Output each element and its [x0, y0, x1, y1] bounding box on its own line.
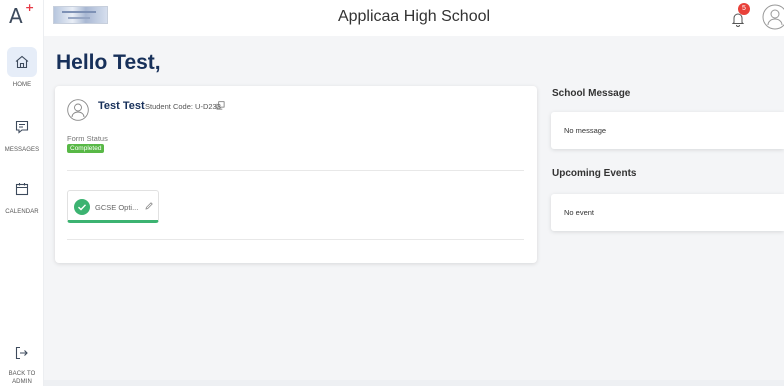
upcoming-events-text: No event	[564, 208, 595, 217]
check-icon	[78, 204, 87, 211]
sidebar-item-label: HOME	[12, 82, 32, 88]
applicaa-logo[interactable]: A +	[9, 1, 37, 30]
sidebar-item-messages[interactable]: MESSAGES	[0, 112, 44, 154]
form-status-label: Form Status	[67, 134, 108, 143]
home-icon	[15, 55, 29, 69]
sidebar: A + HOME MESSAGES CALENDAR BACK TO ADMIN	[0, 0, 44, 386]
divider	[67, 239, 524, 240]
sidebar-item-calendar[interactable]: CALENDAR	[0, 174, 44, 216]
pencil-icon[interactable]	[144, 201, 154, 211]
school-message-title: School Message	[552, 88, 631, 99]
student-card: Test Test Student Code: U-D233 Form Stat…	[55, 86, 537, 263]
notification-badge: 5	[738, 3, 750, 15]
upcoming-events-title: Upcoming Events	[552, 168, 637, 179]
back-label-line2: ADMIN	[12, 379, 32, 385]
form-card-gcse-options[interactable]: GCSE Opti...	[67, 190, 159, 223]
school-title: Applicaa High School	[337, 8, 491, 25]
school-message-card: No message	[551, 112, 784, 149]
student-name: Test Test	[98, 100, 145, 112]
user-avatar-icon[interactable]	[762, 4, 784, 30]
bottom-strip	[44, 380, 784, 386]
back-to-admin-button[interactable]: BACK TO ADMIN	[0, 338, 44, 386]
sidebar-item-home[interactable]: HOME	[0, 47, 44, 89]
status-badge: Completed	[67, 144, 105, 153]
form-title: GCSE Opti...	[95, 203, 139, 212]
divider	[67, 170, 524, 171]
calendar-icon	[15, 183, 29, 196]
sidebar-item-label: MESSAGES	[4, 147, 40, 153]
student-code: Student Code: U-D233	[145, 102, 221, 111]
copy-icon[interactable]	[216, 101, 225, 110]
exit-icon	[15, 346, 28, 360]
page-title: Hello Test,	[56, 51, 161, 74]
school-message-text: No message	[564, 126, 607, 135]
back-label-line1: BACK TO	[8, 371, 36, 377]
check-icon-wrap	[74, 199, 90, 215]
sidebar-item-label: CALENDAR	[5, 209, 39, 215]
student-avatar-icon	[67, 99, 89, 121]
top-bar: Applicaa High School 5	[44, 0, 784, 36]
message-icon	[15, 120, 29, 134]
upcoming-events-card: No event	[551, 194, 784, 231]
